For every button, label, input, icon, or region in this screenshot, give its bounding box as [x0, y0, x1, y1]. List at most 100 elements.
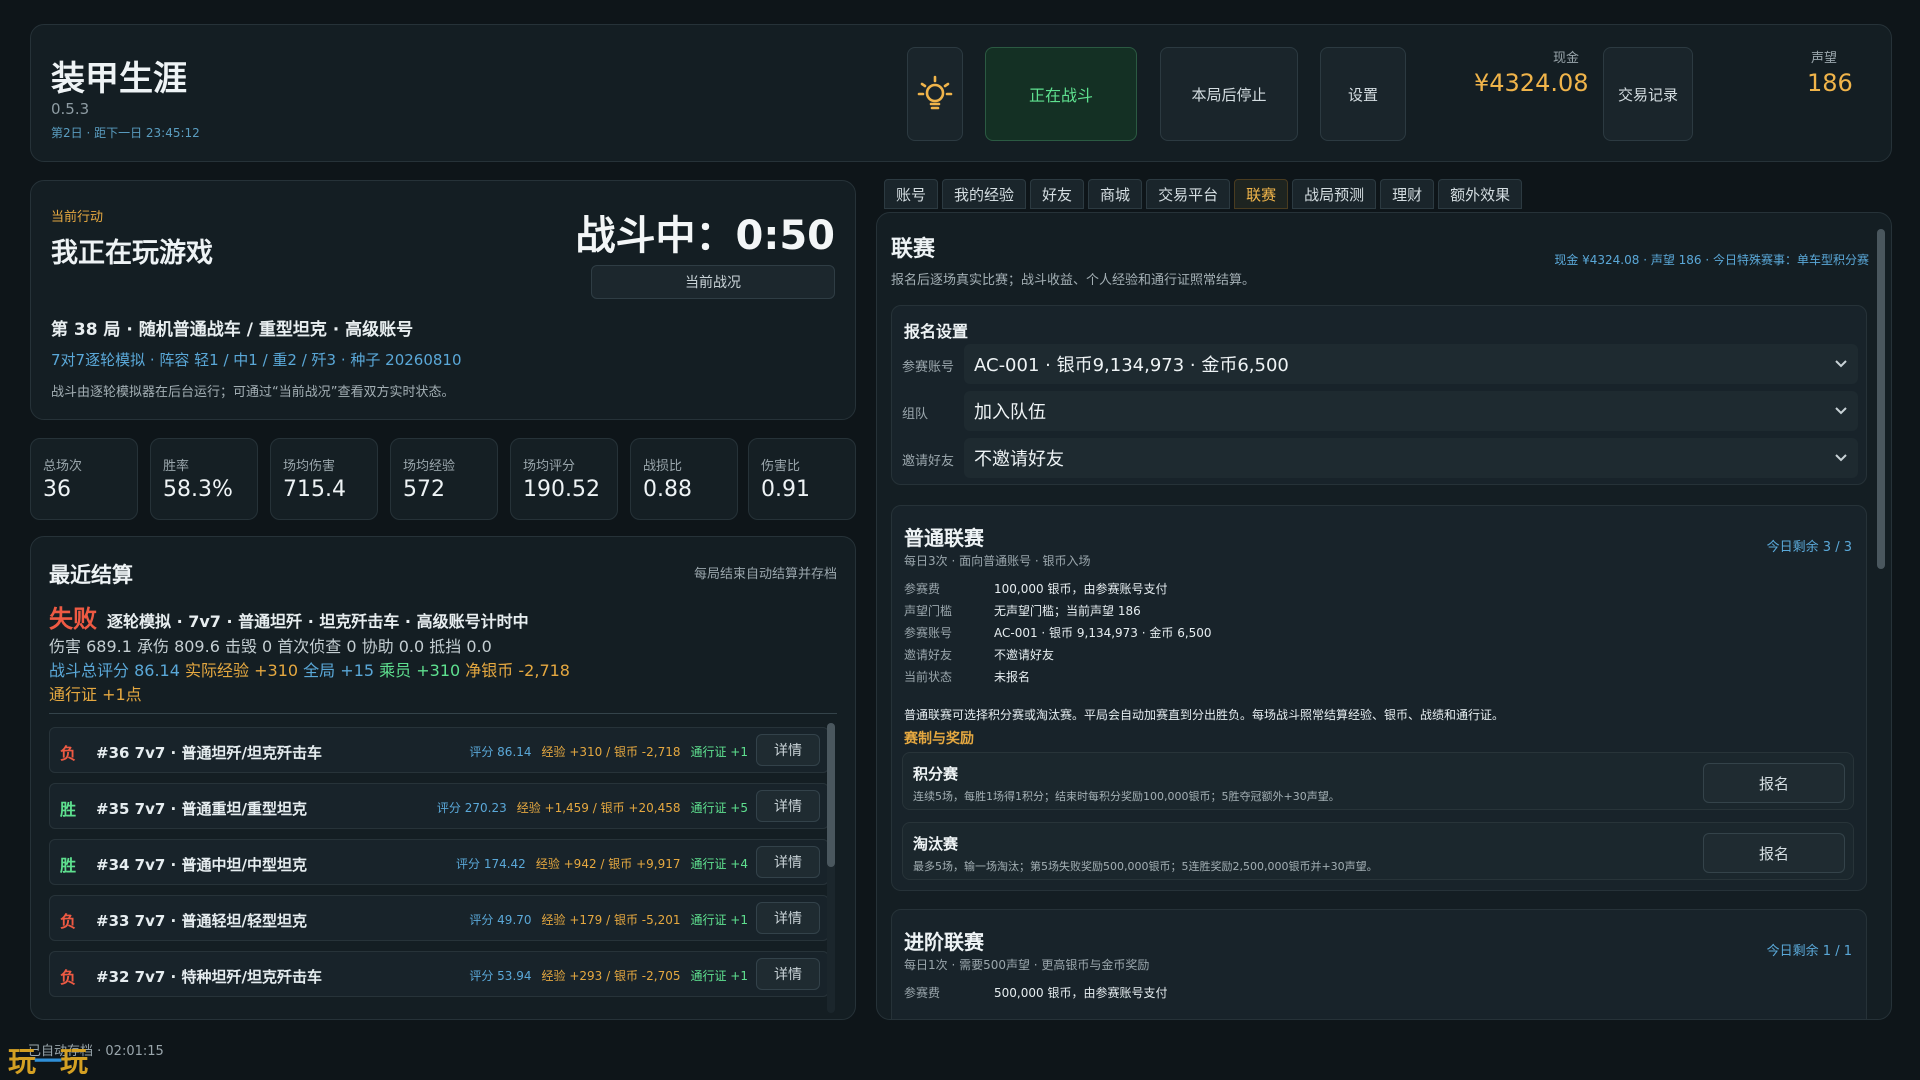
reputation-label: 声望 [1811, 51, 1838, 66]
mode-name: 淘汰赛 [913, 835, 959, 853]
tab-prediction[interactable]: 战局预测 [1292, 179, 1377, 209]
cash-value: ¥4324.08 [1474, 69, 1589, 97]
row-exp: 经验 +310 / 银币 -2,718 [541, 745, 681, 759]
detail-button[interactable]: 详情 [756, 734, 820, 766]
lightbulb-button[interactable] [907, 47, 963, 141]
battle-timer: 战斗中：0:50 [575, 213, 836, 259]
global-value: +15 [340, 661, 375, 680]
league-title: 联赛 [891, 237, 936, 262]
round-setup: 7对7逐轮模拟 · 阵容 轻1 / 中1 / 重2 / 歼3 · 种子 2026… [51, 351, 462, 369]
detail-button[interactable]: 详情 [756, 902, 820, 934]
tab-league[interactable]: 联赛 [1234, 179, 1289, 209]
mode-desc: 最多5场，输一场淘汰；第5场失败奖励500,000银币；5连胜奖励2,500,0… [913, 860, 1378, 873]
team-select[interactable]: 加入队伍 [964, 391, 1858, 431]
chevron-down-icon [1835, 454, 1847, 462]
fighting-button[interactable]: 正在战斗 [985, 47, 1137, 141]
knockout-mode-row: 淘汰赛 最多5场，输一场淘汰；第5场失败奖励500,000银币；5连胜奖励2,5… [902, 822, 1854, 880]
points-mode-row: 积分赛 连续5场，每胜1场得1积分；结束时每积分奖励100,000银币；5胜夺冠… [902, 752, 1854, 810]
row-score: 评分 86.14 [469, 745, 532, 759]
trade-log-button[interactable]: 交易记录 [1603, 47, 1693, 141]
crew-label: 乘员 [379, 661, 412, 680]
account-select[interactable]: AC-001 · 银币9,134,973 · 金币6,500 [964, 344, 1858, 384]
recent-title: 最近结算 [49, 563, 133, 587]
history-scrollbar[interactable] [827, 723, 835, 1013]
divider [49, 713, 837, 714]
tab-trading[interactable]: 交易平台 [1146, 179, 1231, 209]
reputation-value: 186 [1807, 69, 1853, 97]
row-result: 胜 [60, 800, 77, 819]
normal-league-desc: 普通联赛可选择积分赛或淘汰赛。平局会自动加赛直到分出胜负。每场战斗照常结算经验、… [904, 708, 1505, 722]
silver-value: -2,718 [518, 661, 570, 680]
advanced-league-card: 进阶联赛 每日1次 · 需要500声望 · 更高银币与金币奖励 今日剩余 1 /… [891, 909, 1867, 1019]
kv-key: 参赛费 [904, 986, 941, 1000]
signup-button[interactable]: 报名 [1703, 833, 1845, 873]
tab-my-experience[interactable]: 我的经验 [942, 179, 1027, 209]
row-title: #33 7v7 · 普通轻坦/轻型坦克 [96, 912, 307, 930]
app-title: 装甲生涯 [51, 59, 187, 99]
kv-key: 邀请好友 [904, 648, 953, 662]
detail-button[interactable]: 详情 [756, 846, 820, 878]
global-label: 全局 [303, 661, 336, 680]
settings-button[interactable]: 设置 [1320, 47, 1406, 141]
tab-finance[interactable]: 理财 [1380, 179, 1435, 209]
kv-key: 声望门槛 [904, 604, 953, 618]
tab-extra-effects[interactable]: 额外效果 [1438, 179, 1523, 209]
latest-result-damage: 伤害 689.1 承伤 809.6 击毁 0 首次侦查 0 协助 0.0 抵挡 … [49, 637, 492, 656]
kv-value: AC-001 · 银币 9,134,973 · 金币 6,500 [994, 626, 1212, 640]
stat-value: 0.91 [761, 477, 810, 502]
stop-after-round-button[interactable]: 本局后停止 [1160, 47, 1298, 141]
detail-button[interactable]: 详情 [756, 958, 820, 990]
row-rewards: 评分 270.23 经验 +1,459 / 银币 +20,458 通行证 +5 [437, 799, 748, 816]
app-version: 0.5.3 [51, 100, 90, 118]
row-pass: 通行证 +1 [690, 969, 748, 983]
normal-league-card: 普通联赛 每日3次 · 面向普通账号 · 银币入场 今日剩余 3 / 3 参赛费… [891, 505, 1867, 891]
team-select-row: 组队 加入队伍 [902, 391, 1858, 431]
stat-value: 58.3% [163, 477, 233, 502]
league-scrollbar[interactable] [1877, 229, 1885, 569]
signup-button[interactable]: 报名 [1703, 763, 1845, 803]
row-title: #35 7v7 · 普通重坦/重型坦克 [96, 800, 307, 818]
normal-league-subtitle: 每日3次 · 面向普通账号 · 银币入场 [904, 554, 1091, 568]
current-action-panel: 当前行动 我正在玩游戏 战斗中：0:50 当前战况 第 38 局 · 随机普通战… [30, 180, 856, 420]
stat-value: 0.88 [643, 477, 692, 502]
kv-key: 参赛账号 [904, 626, 953, 640]
invite-label: 邀请好友 [902, 454, 955, 469]
kv-key: 参赛费 [904, 582, 941, 596]
row-result: 负 [60, 744, 77, 763]
action-label: 当前行动 [51, 210, 104, 225]
tab-bar: 账号 我的经验 好友 商城 交易平台 联赛 战局预测 理财 额外效果 [884, 179, 1523, 209]
row-pass: 通行证 +4 [690, 857, 748, 871]
kv-value: 100,000 银币，由参赛账号支付 [994, 582, 1168, 596]
stat-value: 572 [403, 477, 445, 502]
advanced-league-subtitle: 每日1次 · 需要500声望 · 更高银币与金币奖励 [904, 958, 1150, 972]
mode-desc: 连续5场，每胜1场得1积分；结束时每积分奖励100,000银币；5胜夺冠额外+3… [913, 790, 1340, 803]
recent-hint: 每局结束自动结算并存档 [693, 567, 837, 582]
history-scrollbar-thumb[interactable] [827, 723, 835, 867]
stat-win-rate: 胜率 58.3% [150, 438, 258, 520]
stat-label: 场均评分 [523, 459, 576, 474]
row-score: 评分 49.70 [469, 913, 532, 927]
detail-button[interactable]: 详情 [756, 790, 820, 822]
stat-avg-damage: 场均伤害 715.4 [270, 438, 378, 520]
team-select-value: 加入队伍 [974, 402, 1046, 423]
latest-result-headline: 失败 逐轮模拟 · 7v7 · 普通坦歼 · 坦克歼击车 · 高级账号计时中 [49, 599, 529, 634]
stat-avg-score: 场均评分 190.52 [510, 438, 618, 520]
row-result: 负 [60, 968, 77, 987]
stat-kd-ratio: 战损比 0.88 [630, 438, 738, 520]
invite-select-row: 邀请好友 不邀请好友 [902, 438, 1858, 478]
team-label: 组队 [902, 407, 929, 422]
tab-shop[interactable]: 商城 [1088, 179, 1143, 209]
logo-char: 玩 [8, 1045, 36, 1078]
history-row: 负 #36 7v7 · 普通坦歼/坦克歼击车 评分 86.14 经验 +310 /… [49, 727, 829, 773]
tab-friends[interactable]: 好友 [1030, 179, 1085, 209]
current-battle-button[interactable]: 当前战况 [591, 265, 835, 299]
signup-settings-title: 报名设置 [904, 322, 969, 341]
tab-account[interactable]: 账号 [884, 179, 939, 209]
advanced-league-title: 进阶联赛 [904, 930, 984, 954]
row-exp: 经验 +293 / 银币 -2,705 [541, 969, 681, 983]
invite-select[interactable]: 不邀请好友 [964, 438, 1858, 478]
cash-label: 现金 [1553, 51, 1580, 66]
row-rewards: 评分 174.42 经验 +942 / 银币 +9,917 通行证 +4 [456, 855, 748, 872]
kv-value: 无声望门槛；当前声望 186 [994, 604, 1141, 618]
league-meta: 现金 ¥4324.08 · 声望 186 · 今日特殊赛事：单车型积分赛 [1554, 253, 1869, 267]
